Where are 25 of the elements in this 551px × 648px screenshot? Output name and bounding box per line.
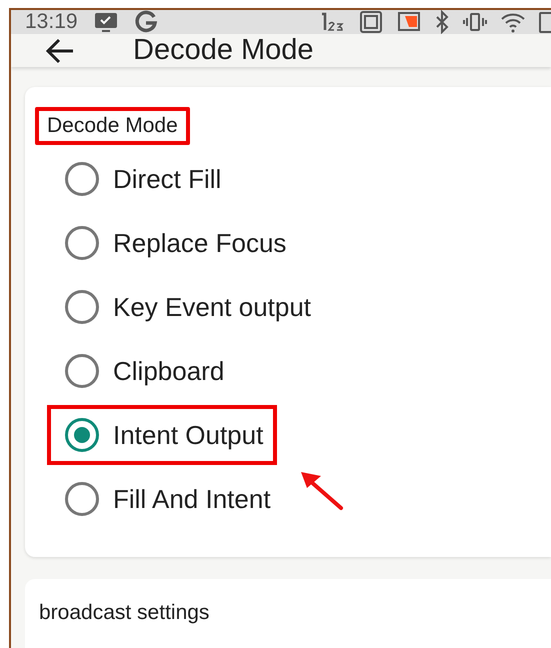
nfc-icon <box>359 10 383 34</box>
monitor-check-icon <box>94 10 118 34</box>
radio-button[interactable] <box>65 482 99 516</box>
radio-option[interactable]: Fill And Intent <box>47 469 285 529</box>
bluetooth-icon <box>435 10 449 34</box>
radio-button[interactable] <box>65 226 99 260</box>
radio-button[interactable] <box>65 290 99 324</box>
radio-button[interactable] <box>65 354 99 388</box>
section-title: broadcast settings <box>39 601 210 624</box>
radio-button[interactable] <box>65 418 99 452</box>
annotation-arrow <box>298 470 345 512</box>
vibrate-icon <box>463 10 487 34</box>
g-logo-icon <box>134 10 158 34</box>
radio-option[interactable]: Clipboard <box>47 341 238 401</box>
radio-button[interactable] <box>65 162 99 196</box>
battery-icon <box>539 10 551 34</box>
radio-option[interactable]: Key Event output <box>47 277 326 337</box>
section-title: Decode Mode <box>35 107 190 145</box>
screen-title: Decode Mode <box>133 34 314 67</box>
radio-option[interactable]: Replace Focus <box>47 213 300 273</box>
cast-icon <box>397 10 421 34</box>
status-time: 13:19 <box>25 10 78 34</box>
radio-option[interactable]: Intent Output <box>47 405 278 465</box>
radio-option[interactable]: Direct Fill <box>47 149 236 209</box>
back-arrow-icon[interactable] <box>45 38 75 64</box>
